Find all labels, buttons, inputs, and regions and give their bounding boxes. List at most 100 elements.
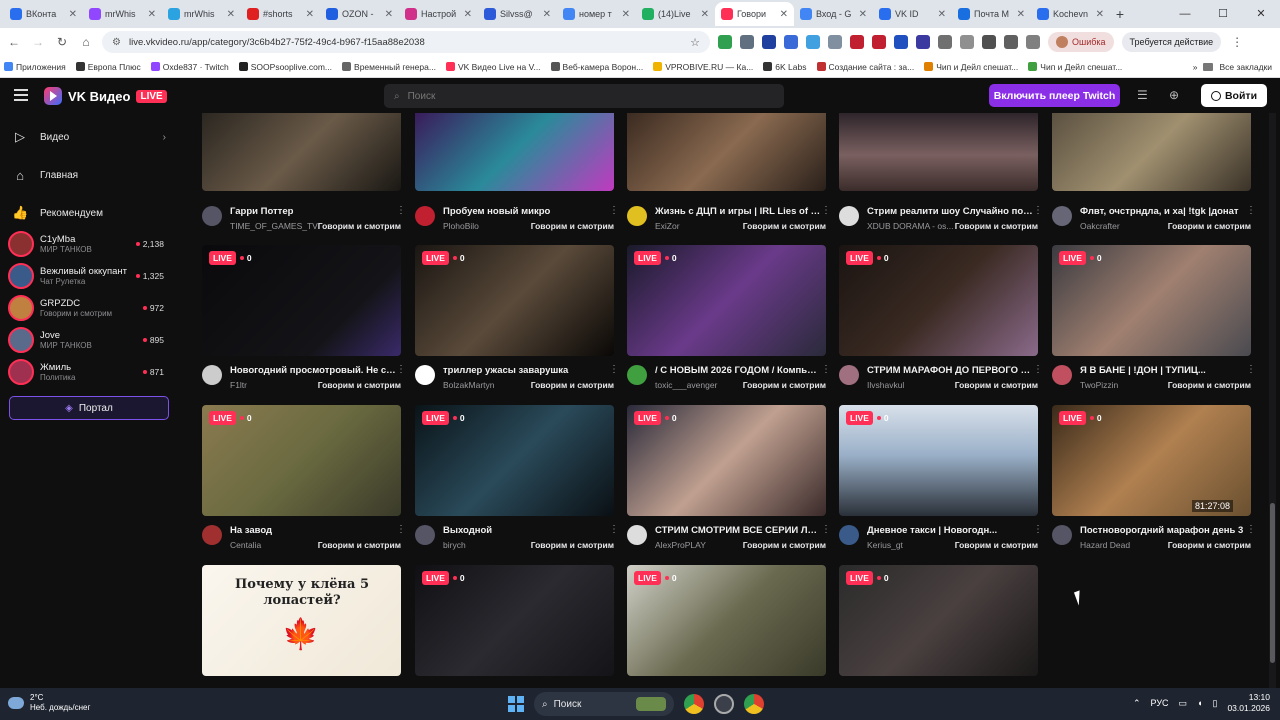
stream-title[interactable]: Выходной — [443, 525, 609, 536]
taskbar-search[interactable]: ⌕ Поиск — [534, 692, 674, 716]
stream-title[interactable]: Я В БАНЕ | !ДОН | ТУПИЦ... — [1080, 365, 1246, 376]
more-options-icon[interactable]: ⋮ — [609, 524, 619, 535]
bookmark-item[interactable]: VK Видео Live на V... — [445, 62, 541, 72]
stream-thumbnail[interactable]: LIVE 0 — [1052, 245, 1251, 356]
more-options-icon[interactable]: ⋮ — [821, 524, 831, 535]
clock[interactable]: 13:10 03.01.2026 — [1227, 692, 1270, 714]
avatar[interactable] — [202, 206, 222, 226]
more-options-icon[interactable]: ⋮ — [396, 205, 406, 216]
more-options-icon[interactable]: ⋮ — [396, 524, 406, 535]
stream-title[interactable]: Дневное такси | Новогодн... — [867, 525, 1033, 536]
close-icon[interactable]: ✕ — [1096, 9, 1104, 20]
extension-icon[interactable] — [938, 35, 952, 49]
extension-icon[interactable] — [762, 35, 776, 49]
browser-tab[interactable]: Настрой ✕ — [399, 2, 478, 26]
browser-tab[interactable]: #shorts ✕ — [241, 2, 320, 26]
reload-icon[interactable]: ↻ — [54, 35, 70, 49]
stream-thumbnail[interactable] — [627, 113, 826, 191]
stream-thumbnail[interactable]: LIVE 0 — [839, 405, 1038, 516]
download-icon[interactable] — [1004, 35, 1018, 49]
close-icon[interactable]: ✕ — [780, 9, 788, 20]
streamer-name[interactable]: toxic___avenger — [655, 380, 745, 390]
category-label[interactable]: Говорим и смотрим — [1168, 221, 1251, 231]
chevron-up-icon[interactable]: ⌃ — [1133, 698, 1141, 709]
subscriptions-icon[interactable]: ☰ — [1137, 88, 1148, 102]
stream-thumbnail[interactable] — [1052, 113, 1251, 191]
more-options-icon[interactable]: ⋮ — [1246, 205, 1256, 216]
stream-thumbnail[interactable]: LIVE 0 — [627, 245, 826, 356]
search-input[interactable]: ⌕ Поиск — [384, 84, 784, 108]
stream-title[interactable]: СТРИМ СМОТРИМ ВСЕ СЕРИИ ЛЕД... — [655, 525, 821, 536]
menu-icon[interactable]: ⋮ — [1229, 35, 1245, 49]
network-icon[interactable]: ▭ — [1179, 698, 1188, 709]
bookmark-star-icon[interactable]: ☆ — [690, 36, 700, 49]
avatar[interactable] — [627, 365, 647, 385]
all-bookmarks[interactable]: » Все закладки — [1186, 56, 1272, 77]
stream-title[interactable]: Новогодний просмотровый. Не сов... — [230, 365, 396, 376]
category-label[interactable]: Говорим и смотрим — [1168, 540, 1251, 550]
stream-thumbnail[interactable]: LIVE 0 — [627, 405, 826, 516]
category-label[interactable]: Говорим и смотрим — [955, 380, 1038, 390]
hamburger-menu-icon[interactable] — [14, 89, 28, 104]
close-icon[interactable]: ✕ — [69, 9, 77, 20]
close-icon[interactable]: ✕ — [227, 9, 235, 20]
category-label[interactable]: Говорим и смотрим — [1168, 380, 1251, 390]
browser-tab[interactable]: Silvss@ ✕ — [478, 2, 557, 26]
avatar[interactable] — [1052, 525, 1072, 545]
close-icon[interactable]: ✕ — [464, 9, 472, 20]
chrome-icon[interactable] — [684, 694, 704, 714]
category-label[interactable]: Говорим и смотрим — [743, 380, 826, 390]
streamer-name[interactable]: Hazard Dead — [1080, 540, 1170, 550]
stream-title[interactable]: Стрим реалити шоу Случайно поех... — [867, 206, 1033, 217]
close-icon[interactable]: ✕ — [148, 9, 156, 20]
browser-tab[interactable]: OZON - ✕ — [320, 2, 399, 26]
volume-icon[interactable]: ◖ — [1197, 698, 1202, 708]
extension-icon[interactable] — [916, 35, 930, 49]
browser-tab[interactable]: VK ID ✕ — [873, 2, 952, 26]
bookmark-item[interactable]: Чип и Дейл спешат... — [924, 62, 1018, 72]
stream-thumbnail[interactable]: LIVE 0 — [415, 245, 614, 356]
category-label[interactable]: Говорим и смотрим — [955, 540, 1038, 550]
browser-tab[interactable]: Вход - G ✕ — [794, 2, 873, 26]
streamer-name[interactable]: Kerius_gt — [867, 540, 957, 550]
stream-title[interactable]: На завод — [230, 525, 396, 536]
stream-thumbnail[interactable]: LIVE 0 — [839, 245, 1038, 356]
avatar[interactable] — [839, 206, 859, 226]
stream-title[interactable]: Пробуем новый микро — [443, 206, 609, 217]
address-bar[interactable]: ⚙ live.vkvideo.ru/app/category/3c6b4b27-… — [102, 31, 710, 53]
avatar[interactable] — [839, 365, 859, 385]
windows-start-icon[interactable] — [508, 696, 524, 712]
minimize-icon[interactable]: — — [1166, 0, 1204, 28]
app-icon[interactable] — [714, 694, 734, 714]
login-button[interactable]: Войти — [1201, 84, 1267, 107]
stream-thumbnail[interactable]: Почему у клёна 5 лопастей? 🍁 — [202, 565, 401, 676]
weather-widget[interactable]: 2°C Неб. дождь/снег — [8, 693, 90, 713]
puzzle-icon[interactable] — [960, 35, 974, 49]
browser-tab[interactable]: номер т ✕ — [557, 2, 636, 26]
bookmark-item[interactable]: VPROBIVE.RU — Ка... — [653, 62, 753, 72]
browser-tab[interactable]: ВКонта ✕ — [4, 2, 83, 26]
browser-tab[interactable]: Говори ✕ — [715, 2, 794, 26]
profile-error-button[interactable]: Ошибка — [1048, 32, 1114, 52]
avatar[interactable] — [627, 206, 647, 226]
site-info-icon[interactable]: ⚙ — [112, 37, 121, 48]
bookmark-item[interactable]: Веб-камера Ворон... — [550, 62, 643, 72]
enable-twitch-player-button[interactable]: Включить плеер Twitch — [989, 84, 1120, 107]
avatar[interactable] — [202, 525, 222, 545]
category-label[interactable]: Говорим и смотрим — [743, 540, 826, 550]
extension-icon[interactable] — [784, 35, 798, 49]
streamer-name[interactable]: Centalia — [230, 540, 320, 550]
more-options-icon[interactable]: ⋮ — [609, 205, 619, 216]
stream-thumbnail[interactable]: LIVE 0 — [202, 245, 401, 356]
streamer-name[interactable]: ExiZor — [655, 221, 745, 231]
site-logo[interactable]: VK Видео LIVE — [44, 87, 167, 105]
more-options-icon[interactable]: ⋮ — [1246, 364, 1256, 375]
home-browser-icon[interactable]: ⌂ — [78, 35, 94, 49]
more-options-icon[interactable]: ⋮ — [396, 364, 406, 375]
streamer-name[interactable]: AlexProPLAY — [655, 540, 745, 550]
close-icon[interactable]: ✕ — [1017, 9, 1025, 20]
stream-thumbnail[interactable] — [202, 113, 401, 191]
streamer-name[interactable]: XDUB DORAMA - os... — [867, 221, 957, 231]
maximize-icon[interactable]: ☐ — [1204, 0, 1242, 28]
browser-tab[interactable]: mrWhis ✕ — [83, 2, 162, 26]
